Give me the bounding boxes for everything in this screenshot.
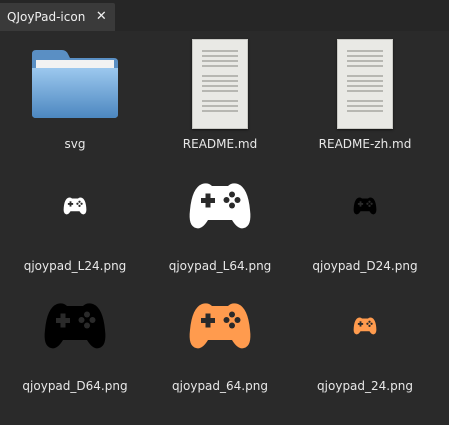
file-name: svg <box>64 137 86 151</box>
file-name: qjoypad_D64.png <box>22 379 128 393</box>
tab-qjoypad-icon[interactable]: QJoyPad-icon ✕ <box>0 3 116 31</box>
text-document-icon <box>295 39 435 129</box>
gamepad-icon <box>5 161 145 251</box>
file-name: qjoypad_24.png <box>317 379 413 393</box>
gamepad-icon <box>150 281 290 371</box>
gamepad-icon <box>150 161 290 251</box>
close-icon[interactable]: ✕ <box>95 10 107 23</box>
gamepad-icon <box>295 161 435 251</box>
tab-title: QJoyPad-icon <box>7 10 86 24</box>
file-grid: svg README.md README-zh.md qjoypad_L24.p… <box>0 31 449 425</box>
text-document-icon <box>150 39 290 129</box>
file-name: README-zh.md <box>318 137 412 151</box>
file-name: qjoypad_64.png <box>172 379 268 393</box>
folder-icon <box>5 39 145 129</box>
file-name: qjoypad_L24.png <box>23 259 127 273</box>
file-name: qjoypad_D24.png <box>312 259 418 273</box>
file-name: README.md <box>182 137 258 151</box>
tab-bar: QJoyPad-icon ✕ <box>0 0 449 31</box>
gamepad-icon <box>295 281 435 371</box>
gamepad-icon <box>5 281 145 371</box>
file-name: qjoypad_L64.png <box>168 259 272 273</box>
